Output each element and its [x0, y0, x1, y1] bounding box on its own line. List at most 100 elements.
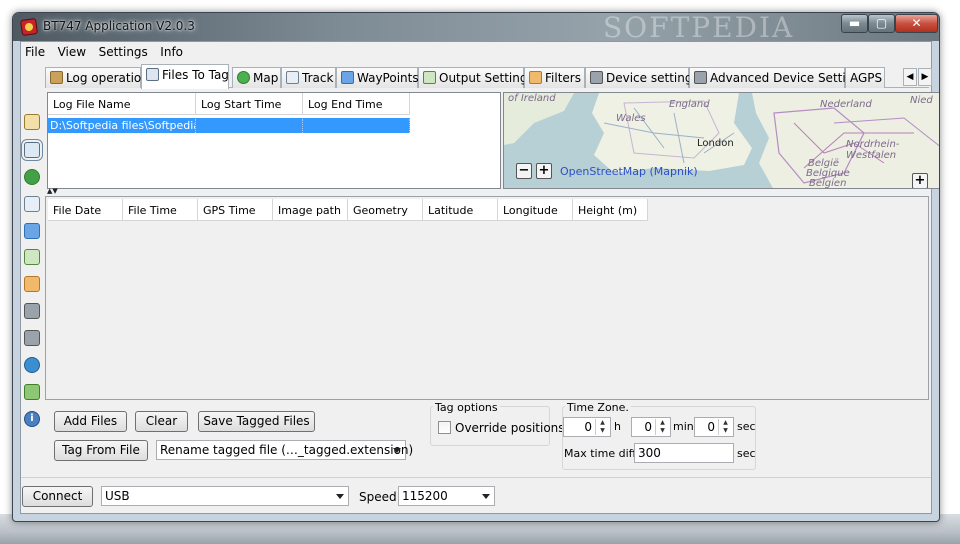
- title-bar[interactable]: BT747 Application V2.0.3 SOFTPEDIA ▬ ▢ ✕: [13, 13, 939, 44]
- window-title: BT747 Application V2.0.3: [43, 19, 195, 33]
- copy-files-icon[interactable]: [21, 139, 43, 161]
- minimize-button[interactable]: ▬: [841, 14, 868, 33]
- column-file-date[interactable]: File Date: [48, 199, 123, 221]
- zoom-out-button[interactable]: −: [516, 163, 532, 179]
- map-label: Nied: [910, 95, 933, 106]
- map-label: Nordrhein-Westfalen: [846, 139, 900, 161]
- clear-button[interactable]: Clear: [135, 411, 188, 432]
- rename-option-value: Rename tagged file (…_tagged.extension): [160, 443, 414, 457]
- spin-arrows-icon[interactable]: ▲ ▼: [655, 419, 669, 435]
- tab-label: Device settings: [606, 71, 699, 85]
- column-gps-time[interactable]: GPS Time: [198, 199, 273, 221]
- waypoint-icon[interactable]: [24, 223, 40, 239]
- tab-label: AGPS: [850, 71, 883, 85]
- column-latitude[interactable]: Latitude: [423, 199, 498, 221]
- menu-bar: File View Settings Info: [21, 42, 931, 62]
- app-logo-icon: [19, 17, 39, 37]
- port-select[interactable]: USB: [101, 486, 349, 506]
- minutes-value: 0: [644, 420, 652, 434]
- tab-device-settings[interactable]: Device settings: [585, 67, 699, 88]
- tab-scroll-right-button[interactable]: ▶: [918, 68, 932, 86]
- chevron-down-icon: [393, 448, 401, 453]
- column-file-time[interactable]: File Time: [123, 199, 198, 221]
- override-positions-checkbox[interactable]: [438, 421, 451, 434]
- column-log-end-time[interactable]: Log End Time: [303, 93, 410, 115]
- max-time-diff-input[interactable]: 300: [634, 443, 734, 463]
- zoom-in-button[interactable]: +: [536, 163, 552, 179]
- map-attribution-link[interactable]: OpenStreetMap (Mapnik): [560, 165, 698, 178]
- export-icon[interactable]: [24, 384, 40, 400]
- expand-map-button[interactable]: +: [912, 173, 928, 188]
- connection-bar: Connect USB Speed: 115200: [21, 477, 931, 513]
- save-tagged-files-button[interactable]: Save Tagged Files: [198, 411, 315, 432]
- tab-label: Track: [302, 71, 334, 85]
- column-geometry[interactable]: Geometry: [348, 199, 423, 221]
- tab-label: Output Settings: [439, 71, 534, 85]
- column-longitude[interactable]: Longitude: [498, 199, 573, 221]
- menu-file[interactable]: File: [21, 42, 50, 59]
- tag-from-file-button[interactable]: Tag From File: [54, 440, 148, 461]
- menu-view[interactable]: View: [54, 42, 91, 59]
- chevron-left-icon: ◀: [906, 72, 914, 82]
- tab-output-settings[interactable]: Output Settings: [418, 67, 534, 88]
- close-button[interactable]: ✕: [895, 14, 938, 33]
- max-time-diff-unit: sec: [737, 447, 756, 460]
- column-height[interactable]: Height (m): [573, 199, 648, 221]
- tab-label: WayPoints: [357, 71, 419, 85]
- wrench-icon[interactable]: [24, 303, 40, 319]
- spin-arrows-icon[interactable]: ▲ ▼: [595, 419, 609, 435]
- globe-icon: [237, 71, 250, 84]
- maximize-button[interactable]: ▢: [868, 14, 895, 33]
- funnel-icon[interactable]: [24, 276, 40, 292]
- agps-globe-icon[interactable]: [24, 357, 40, 373]
- log-end-time-cell: [303, 119, 410, 133]
- tab-scroll-left-button[interactable]: ◀: [903, 68, 917, 86]
- column-image-path[interactable]: Image path: [273, 199, 348, 221]
- tab-map[interactable]: Map: [232, 67, 281, 88]
- map-label: Wales: [616, 113, 646, 124]
- track-icon[interactable]: [24, 196, 40, 212]
- add-files-button[interactable]: Add Files: [54, 411, 127, 432]
- log-file-table: Log File Name Log Start Time Log End Tim…: [47, 92, 501, 189]
- wrench-icon: [590, 71, 603, 84]
- chevron-right-icon: ▶: [921, 72, 929, 82]
- wrench-plus-icon[interactable]: [24, 330, 40, 346]
- tab-advanced-device-settings[interactable]: Advanced Device Settings: [689, 67, 867, 88]
- speed-value: 115200: [402, 489, 448, 503]
- rename-option-select[interactable]: Rename tagged file (…_tagged.extension): [156, 440, 413, 460]
- splitter-arrows-icon: ▲▼: [47, 187, 58, 195]
- tab-log-operations[interactable]: Log operations: [45, 67, 155, 88]
- spin-arrows-icon[interactable]: ▲ ▼: [718, 419, 732, 435]
- tab-track[interactable]: Track: [281, 67, 336, 88]
- output-icon[interactable]: [24, 249, 40, 265]
- column-log-file-name[interactable]: Log File Name: [48, 93, 196, 115]
- connect-button[interactable]: Connect: [22, 486, 93, 507]
- max-time-diff-label: Max time diff:: [564, 447, 640, 460]
- map-city-label: London: [697, 138, 734, 149]
- menu-info[interactable]: Info: [156, 42, 188, 59]
- tab-label: Map: [253, 71, 279, 85]
- tab-files-to-tag[interactable]: Files To Tag: [141, 64, 229, 89]
- menu-settings[interactable]: Settings: [95, 42, 153, 59]
- chevron-down-icon: [336, 494, 344, 499]
- speed-select[interactable]: 115200: [398, 486, 495, 506]
- tab-filters[interactable]: Filters: [524, 67, 585, 88]
- tab-agps[interactable]: AGPS: [845, 67, 885, 88]
- tab-label: Advanced Device Settings: [710, 71, 868, 85]
- minutes-stepper[interactable]: 0 ▲ ▼: [631, 417, 671, 437]
- hours-stepper[interactable]: 0 ▲ ▼: [563, 417, 611, 437]
- tab-waypoints[interactable]: WayPoints: [336, 67, 419, 88]
- seconds-stepper[interactable]: 0 ▲ ▼: [694, 417, 734, 437]
- table-row[interactable]: D:\Softpedia files\Softpedia…: [48, 118, 410, 133]
- chevron-down-icon: [482, 494, 490, 499]
- column-log-start-time[interactable]: Log Start Time: [196, 93, 303, 115]
- disk-icon: [50, 71, 63, 84]
- globe-icon[interactable]: [24, 169, 40, 185]
- home-icon[interactable]: [24, 114, 40, 130]
- tagging-controls: Add Files Clear Save Tagged Files Tag Fr…: [45, 401, 929, 481]
- map-view[interactable]: of Ireland England Wales London Nederlan…: [503, 92, 939, 189]
- override-positions-label: Override positions: [455, 421, 565, 435]
- waypoint-icon: [341, 71, 354, 84]
- info-icon[interactable]: i: [24, 411, 40, 427]
- copy-files-icon: [146, 68, 159, 81]
